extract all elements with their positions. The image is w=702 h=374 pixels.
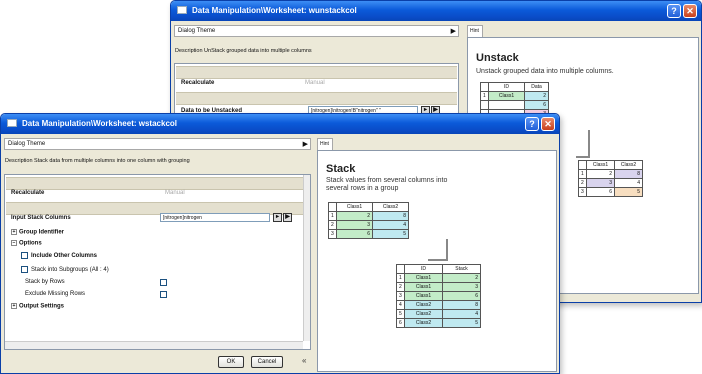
select-range-icon[interactable]: ▸ [273, 213, 282, 222]
collapse-icon[interactable]: − [11, 240, 17, 246]
expand-icon[interactable]: + [11, 229, 17, 235]
arrow-connector [576, 130, 590, 158]
theme-arrow-icon[interactable]: ▶ [451, 27, 456, 35]
hint-description: Stack values from several columns into s… [326, 177, 448, 192]
input-stack-columns-field[interactable]: [nitrogen]nitrogen [160, 213, 270, 222]
stack-hint-panel: Stack Stack values from several columns … [317, 150, 557, 372]
output-settings-label: Output Settings [19, 303, 64, 310]
unstack-title-bar[interactable]: Data Manipulation\Worksheet: wunstackcol… [171, 1, 701, 21]
help-icon[interactable]: ? [667, 4, 681, 18]
table-row: 3 6 5 [328, 229, 409, 239]
table-row: 6 [480, 100, 549, 110]
stack-source-table: Class1 Class2 1 2 8 2 3 4 3 6 5 [328, 202, 409, 239]
table-row: 1 2 8 [578, 169, 643, 179]
group-identifier-node[interactable]: + Group Identifier [11, 229, 64, 236]
unstack-result-table: Class1 Class2 1 2 8 2 3 4 3 6 5 [578, 160, 643, 197]
table-header-cell: Stack [442, 264, 481, 274]
stack-subgroups-option[interactable]: Stack into Subgroups (All : 4) [21, 266, 109, 273]
table-row: 3 Class1 6 [396, 291, 481, 301]
options-node[interactable]: − Options [11, 240, 42, 247]
close-icon[interactable]: ✕ [541, 117, 555, 131]
table-row: 2 3 4 [328, 220, 409, 230]
table-row: 4 Class2 8 [396, 300, 481, 310]
include-other-columns-checkbox[interactable] [21, 252, 28, 259]
recalculate-label: Recalculate [181, 80, 215, 86]
stack-subgroups-label: Stack into Subgroups (All : 4) [31, 267, 109, 274]
dialog-description: Description UnStack grouped data into mu… [175, 48, 312, 54]
input-stack-columns-label: Input Stack Columns [11, 215, 71, 221]
table-header-row: ID Data [480, 82, 549, 92]
cancel-button[interactable]: Cancel [251, 356, 283, 368]
section-band [6, 177, 309, 190]
table-header-cell: Class1 [336, 202, 373, 212]
table-header-cell: Class2 [614, 160, 643, 170]
table-header-row: Class1 Class2 [328, 202, 409, 212]
close-icon[interactable]: ✕ [683, 4, 697, 18]
table-row: 3 6 5 [578, 187, 643, 197]
dialog-theme-label: Dialog Theme [178, 28, 216, 34]
stack-by-rows-checkbox[interactable] [160, 279, 167, 286]
table-header-row: ID Stack [396, 264, 481, 274]
group-identifier-label: Group Identifier [19, 229, 64, 236]
table-row: 2 3 4 [578, 178, 643, 188]
hint-title: Unstack [476, 52, 519, 64]
stack-subgroups-checkbox[interactable] [21, 266, 28, 273]
exclude-missing-rows-checkbox[interactable] [160, 291, 167, 298]
window-icon [7, 119, 17, 127]
options-label: Options [19, 240, 42, 247]
stack-dialog-window: Data Manipulation\Worksheet: wstackcol ?… [0, 113, 560, 374]
table-header-row: Class1 Class2 [578, 160, 643, 170]
vertical-scrollbar[interactable] [303, 175, 310, 341]
dialog-theme-selector[interactable]: Dialog Theme ▶ [174, 25, 459, 37]
recalculate-value[interactable]: Manual [305, 80, 325, 86]
collapse-hint-button[interactable]: « [302, 356, 306, 365]
unstack-window-title: Data Manipulation\Worksheet: wunstackcol [192, 6, 357, 15]
stack-result-table: ID Stack 1 Class1 2 2 Class1 3 3 Class1 … [396, 264, 481, 328]
menu-arrow-icon[interactable]: ▶ [283, 213, 292, 222]
recalculate-label: Recalculate [11, 190, 45, 196]
table-header-cell: Class1 [586, 160, 615, 170]
table-row: 1 Class1 2 [396, 273, 481, 283]
hint-title: Stack [326, 163, 356, 175]
table-row: 5 Class2 4 [396, 309, 481, 319]
stack-title-bar[interactable]: Data Manipulation\Worksheet: wstackcol ?… [1, 114, 559, 134]
table-row: 6 Class2 5 [396, 318, 481, 328]
section-band [176, 92, 457, 105]
ok-button[interactable]: OK [218, 356, 244, 368]
table-header-cell: ID [404, 264, 443, 274]
stack-settings-panel: Recalculate Manual Input Stack Columns [… [4, 174, 311, 350]
recalculate-value[interactable]: Manual [165, 190, 185, 196]
expand-icon[interactable]: + [11, 303, 17, 309]
window-icon [177, 6, 187, 14]
table-header-cell: Data [524, 82, 549, 92]
include-other-columns-label: Include Other Columns [31, 253, 98, 260]
stack-by-rows-label: Stack by Rows [25, 279, 65, 285]
table-header-cell: Class2 [372, 202, 409, 212]
dialog-description: Description Stack data from multiple col… [5, 158, 190, 164]
table-row: 1 2 8 [328, 211, 409, 221]
dialog-theme-selector[interactable]: Dialog Theme ▶ [4, 138, 311, 150]
table-header-cell: ID [488, 82, 525, 92]
section-band [176, 66, 457, 79]
help-icon[interactable]: ? [525, 117, 539, 131]
output-settings-node[interactable]: + Output Settings [11, 303, 64, 310]
stack-window-title: Data Manipulation\Worksheet: wstackcol [22, 119, 177, 128]
table-row: 1 Class1 2 [480, 91, 549, 101]
include-other-columns-option[interactable]: Include Other Columns [21, 252, 97, 259]
exclude-missing-rows-label: Exclude Missing Rows [25, 291, 86, 297]
tab-hint[interactable]: Hint [317, 138, 333, 150]
table-row: 2 Class1 3 [396, 282, 481, 292]
horizontal-scrollbar[interactable] [5, 341, 303, 349]
theme-arrow-icon[interactable]: ▶ [303, 140, 308, 148]
tab-hint[interactable]: Hint [467, 25, 483, 37]
hint-description: Unstack grouped data into multiple colum… [476, 68, 614, 75]
dialog-theme-label: Dialog Theme [8, 141, 46, 147]
arrow-connector [428, 239, 448, 261]
